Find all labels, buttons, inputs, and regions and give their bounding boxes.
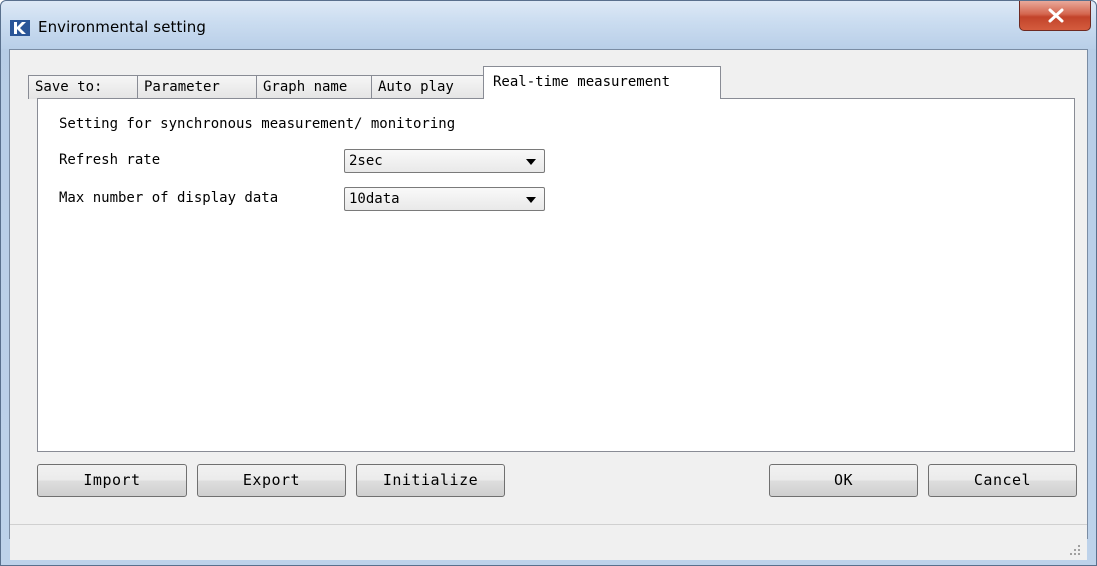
cancel-button[interactable]: Cancel [928,464,1077,497]
tab-auto-play[interactable]: Auto play [371,75,484,99]
refresh-rate-label: Refresh rate [59,152,161,168]
tab-graph-name[interactable]: Graph name [256,75,372,99]
select-value: 2sec [349,153,383,169]
max-display-data-label: Max number of display data [59,190,279,206]
import-button[interactable]: Import [37,464,187,497]
section-title: Setting for synchronous measurement/ mon… [59,116,456,132]
tab-label: Parameter [144,79,220,95]
ok-button[interactable]: OK [769,464,918,497]
status-bar [10,524,1087,560]
tab-label: Save to: [35,79,103,95]
resize-grip-icon[interactable] [1069,544,1081,556]
close-button[interactable] [1019,1,1091,31]
window-title: Environmental setting [38,18,207,36]
export-button[interactable]: Export [197,464,346,497]
select-value: 10data [349,191,400,207]
dialog-window: Environmental setting Save to: Parameter… [0,0,1097,566]
tab-panel: Setting for synchronous measurement/ mon… [37,98,1075,452]
chevron-down-icon [526,197,536,203]
tab-save-to[interactable]: Save to: [28,75,138,99]
tab-label: Graph name [263,79,348,95]
k-logo-icon [10,20,30,36]
max-display-data-select[interactable]: 10data [344,187,545,211]
tab-real-time-measurement[interactable]: Real-time measurement [483,66,721,99]
tab-label: Real-time measurement [493,74,671,90]
tab-label: Auto play [378,79,454,95]
title-bar[interactable]: Environmental setting [1,1,1096,49]
chevron-down-icon [526,159,536,165]
refresh-rate-select[interactable]: 2sec [344,149,545,173]
close-icon [1048,8,1064,23]
tab-parameter[interactable]: Parameter [137,75,257,99]
initialize-button[interactable]: Initialize [356,464,505,497]
